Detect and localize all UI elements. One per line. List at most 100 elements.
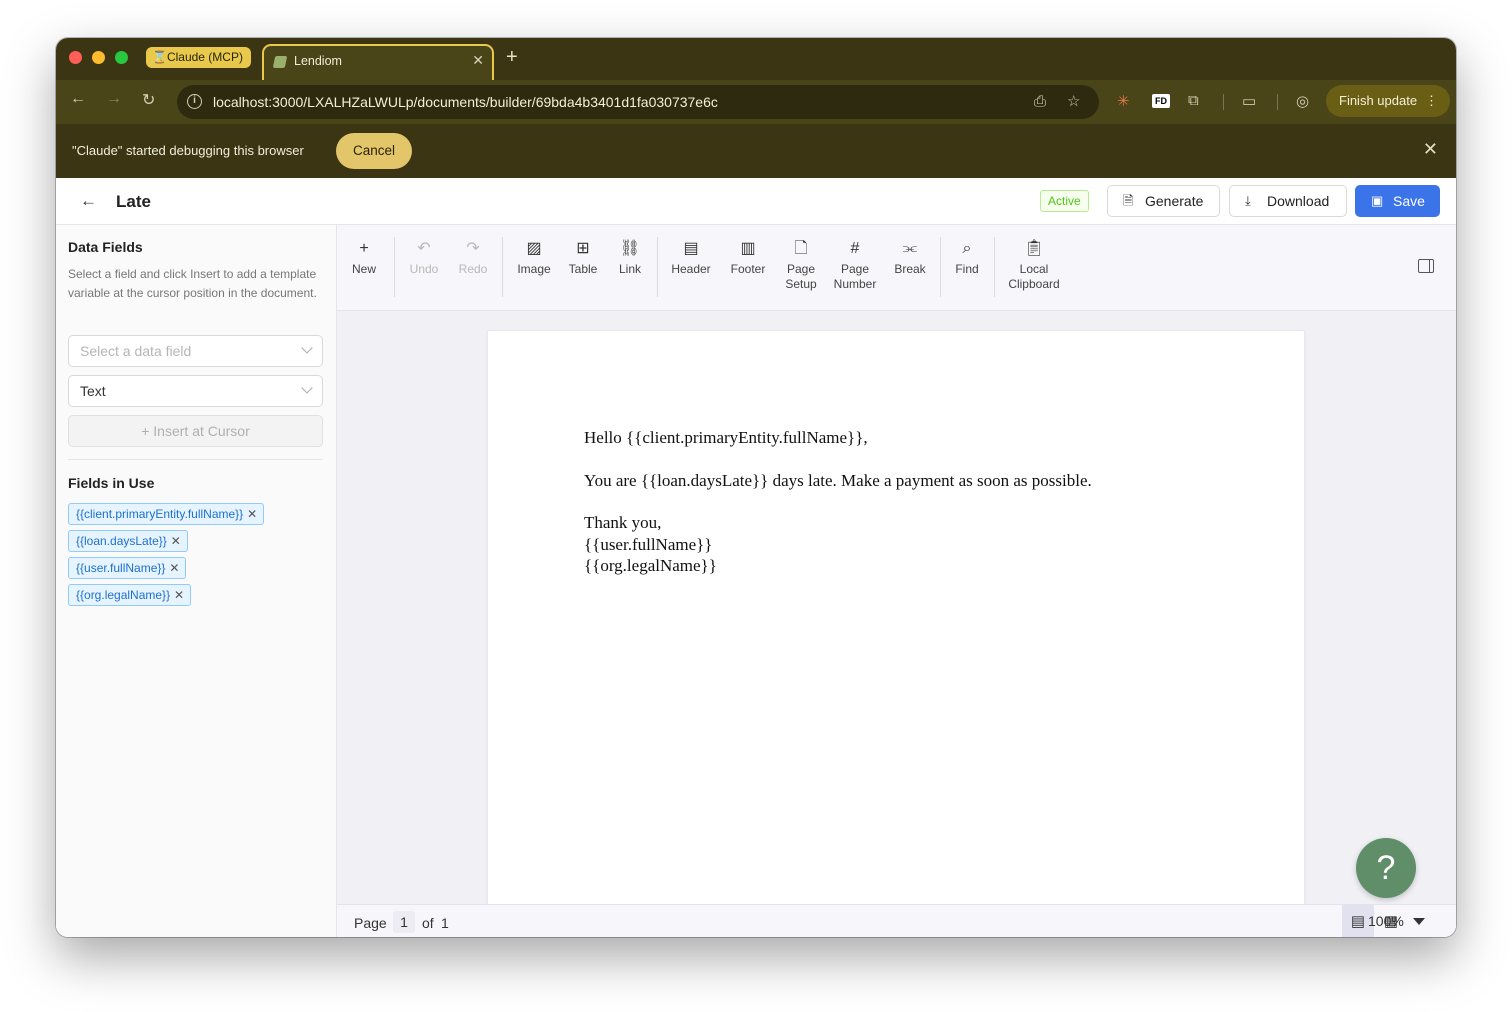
tab-title: Lendiom [294,54,342,68]
chevron-down-icon [301,382,313,394]
doc-line: {{org.legalName}} [584,556,717,575]
url-text[interactable]: localhost:3000/LXALHZaLWULp/documents/bu… [213,85,718,119]
page-setup-label-1: Page [786,262,816,276]
total-pages: 1 [441,915,449,931]
save-button[interactable]: ▣ Save [1355,185,1440,217]
save-label: Save [1393,193,1425,209]
fields-in-use-title: Fields in Use [68,475,155,491]
back-arrow-icon[interactable]: ← [80,191,97,211]
remove-field-icon[interactable]: ✕ [171,531,181,551]
local-clipboard-button[interactable]: 📋︎ Local Clipboard [1007,239,1061,292]
new-label: New [351,262,376,276]
undo-button[interactable]: ↶ Undo [408,239,440,277]
site-info-icon[interactable]: i [187,94,202,109]
find-label: Find [955,262,979,276]
clipboard-icon: 📋︎ [1023,240,1045,257]
back-icon[interactable]: ← [70,90,86,108]
chevron-down-icon [301,342,313,354]
data-fields-description: Select a field and click Insert to add a… [68,267,317,300]
zoom-dropdown-icon[interactable] [1413,918,1425,925]
browser-window: ⌛Claude (MCP) Lendiom ✕ + ← → ↻ i localh… [56,38,1456,937]
zoom-level[interactable]: 100% [1368,913,1404,929]
undo-label: Undo [409,262,439,276]
remove-field-icon[interactable]: ✕ [247,504,257,524]
data-fields-title: Data Fields [68,239,143,255]
redo-icon: ↷ [466,240,480,257]
page-number-button[interactable]: # Page Number [832,239,878,292]
bookmark-star-icon[interactable]: ☆ [1067,85,1080,119]
page-number-label-1: Page [840,262,870,276]
generate-button[interactable]: 🗎 Generate [1107,185,1220,217]
save-icon: ▣ [1371,193,1384,208]
redo-button[interactable]: ↷ Redo [457,239,489,277]
page-number-label-2: Number [833,277,877,291]
minimize-window-button[interactable] [92,51,105,64]
footer-icon: ▥ [740,240,756,257]
reload-icon[interactable]: ↻ [142,90,155,110]
tab-lendiom[interactable]: Lendiom ✕ [262,44,494,80]
close-window-button[interactable] [69,51,82,64]
data-field-select[interactable]: Select a data field [68,335,323,367]
claude-extension-icon[interactable]: ✳ [1117,92,1130,110]
document-body[interactable]: Hello {{client.primaryEntity.fullName}},… [584,427,1092,577]
divider [68,459,323,460]
field-chip[interactable]: {{org.legalName}} ✕ [68,584,192,606]
field-type-value: Text [80,383,106,399]
table-button[interactable]: ⊞ Table [565,239,601,277]
find-button[interactable]: ⌕ Find [953,239,981,277]
infobar-close-icon[interactable]: ✕ [1423,139,1438,160]
tab-search-icon[interactable]: ▭ [1242,92,1256,110]
editor-toolbar: + New ↶ Undo ↷ Redo ▨ Image ⊞ Table ⛓ Li… [337,225,1456,311]
profile-icon[interactable]: ◎ [1296,92,1309,110]
document-page[interactable]: Hello {{client.primaryEntity.fullName}},… [488,331,1304,904]
doc-line: Thank you, [584,513,662,532]
browser-toolbar: ← → ↻ i localhost:3000/LXALHZaLWULp/docu… [56,80,1456,124]
field-chip[interactable]: {{user.fullName}} ✕ [68,557,187,579]
install-app-icon[interactable]: ⎙ [1034,85,1046,119]
field-chip[interactable]: {{loan.daysLate}} ✕ [68,530,188,552]
page-setup-label-2: Setup [785,277,817,291]
file-icon: 🗎 [1123,193,1134,208]
help-button[interactable]: ? [1356,838,1416,898]
insert-at-cursor-button[interactable]: + Insert at Cursor [68,415,323,447]
page-number-icon: # [850,240,860,257]
close-tab-icon[interactable]: ✕ [472,52,484,69]
header-label: Header [671,262,711,276]
remove-field-icon[interactable]: ✕ [174,585,184,605]
tab-strip: ⌛Claude (MCP) Lendiom ✕ + [56,38,1456,80]
doc-line: You are {{loan.daysLate}} days late. Mak… [584,470,1092,490]
toggle-panel-icon[interactable] [1418,259,1434,273]
tab-group-label[interactable]: ⌛Claude (MCP) [146,47,251,68]
search-icon: ⌕ [962,240,972,257]
forward-icon[interactable]: → [106,90,122,108]
header-button[interactable]: ▤ Header [670,239,712,277]
download-label: Download [1267,193,1330,209]
field-type-select[interactable]: Text [68,375,323,407]
footer-button[interactable]: ▥ Footer [728,239,768,277]
field-chip-label: {{org.legalName}} [76,588,171,602]
image-button[interactable]: ▨ Image [515,239,553,277]
remove-field-icon[interactable]: ✕ [169,558,179,578]
new-tab-icon[interactable]: + [506,47,518,67]
field-chip[interactable]: {{client.primaryEntity.fullName}} ✕ [68,503,265,525]
download-button[interactable]: ⤓ Download [1229,185,1347,217]
maximize-window-button[interactable] [115,51,128,64]
page-setup-button[interactable]: 🗋 Page Setup [784,239,818,292]
app: ← Late Active 🗎 Generate ⤓ Download ▣ Sa… [56,178,1456,937]
of-label: of [422,915,434,931]
link-button[interactable]: ⛓ Link [615,239,645,277]
debug-cancel-button[interactable]: Cancel [336,133,412,169]
address-bar[interactable]: i localhost:3000/LXALHZaLWULp/documents/… [177,85,1099,119]
current-page-input[interactable]: 1 [393,911,415,933]
field-chip-label: {{loan.daysLate}} [76,534,167,548]
debug-infobar: "Claude" started debugging this browser … [56,124,1456,178]
fd-extension-icon[interactable]: FD [1152,94,1170,108]
redo-label: Redo [458,262,488,276]
extensions-puzzle-icon[interactable]: ⧉ [1188,92,1199,109]
link-icon: ⛓ [619,240,641,257]
finish-update-button[interactable]: Finish update ⋮ [1326,85,1450,117]
new-button[interactable]: + New [351,239,377,277]
break-button[interactable]: ⫘ Break [893,239,927,277]
link-label: Link [618,262,641,276]
plus-icon: + [359,240,369,257]
